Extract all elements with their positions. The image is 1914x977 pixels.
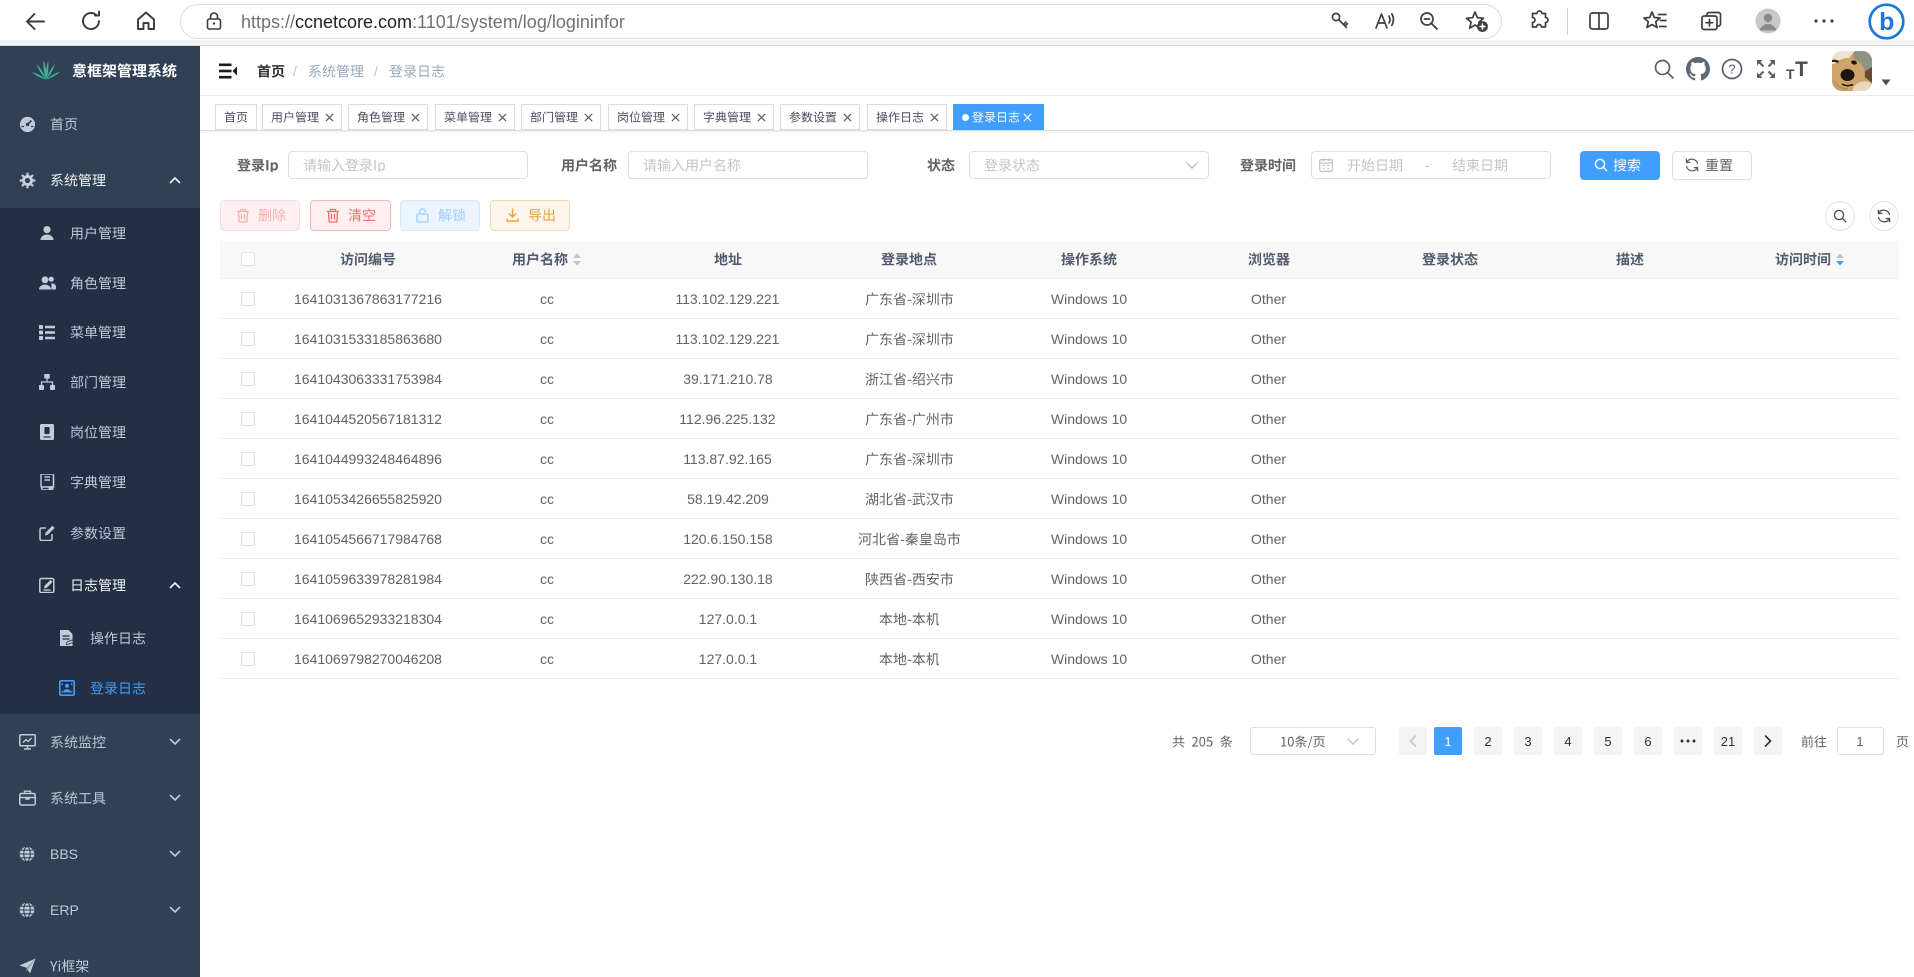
svg-text:?: ? (1729, 62, 1736, 76)
svg-text:b: b (1879, 8, 1894, 36)
